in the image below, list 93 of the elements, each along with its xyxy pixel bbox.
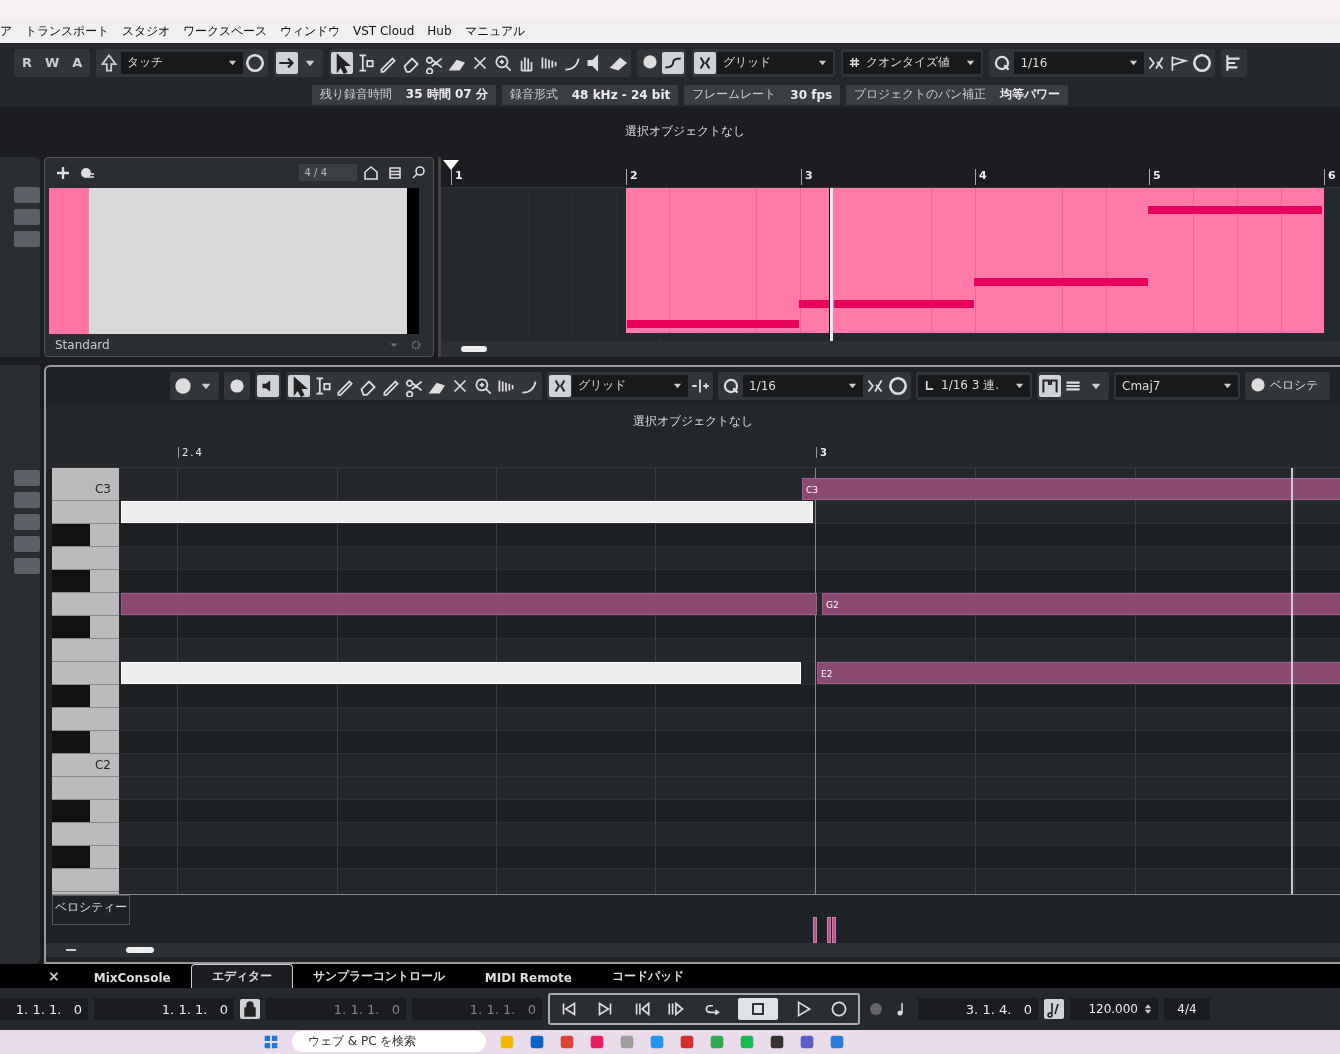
- position-field[interactable]: 3. 1. 4. 0: [918, 998, 1038, 1020]
- grid-type-dropdown[interactable]: クオンタイズ値: [843, 51, 982, 74]
- scrollbar-thumb[interactable]: [461, 345, 487, 352]
- tab[interactable]: サンプラーコントロール: [292, 965, 465, 989]
- bar-number: 4: [975, 168, 987, 185]
- edit-icon[interactable]: [244, 51, 267, 74]
- sharp-key[interactable]: [52, 523, 119, 547]
- edit-icon[interactable]: [887, 374, 909, 397]
- status-field: 録音形式 48 kHz - 24 bit: [501, 84, 679, 105]
- columns-icon[interactable]: [1039, 374, 1061, 397]
- caret-icon[interactable]: [1015, 381, 1024, 391]
- caret-icon[interactable]: [228, 58, 238, 68]
- sharp-key[interactable]: [52, 845, 119, 869]
- snap-dropdown[interactable]: グリッド: [717, 51, 834, 74]
- bar-number: 2: [626, 168, 638, 185]
- info-line-text: 選択オブジェクトなし: [633, 413, 753, 431]
- tab[interactable]: コードパッド: [591, 965, 704, 989]
- velocity-bar[interactable]: [832, 916, 836, 943]
- grid-icon: [849, 57, 861, 69]
- automation-mode-dropdown[interactable]: タッチ: [121, 51, 244, 74]
- automation-button[interactable]: R: [16, 55, 38, 71]
- close-button[interactable]: ×: [46, 968, 74, 989]
- scrollbar-thumb[interactable]: [126, 946, 154, 953]
- length-dropdown[interactable]: 1/16 3 連.: [918, 374, 1030, 397]
- caret-icon[interactable]: [818, 58, 828, 68]
- length-icon: [924, 380, 935, 392]
- snap-icon[interactable]: [694, 51, 717, 74]
- menu-item[interactable]: マニュアル: [464, 22, 525, 40]
- info-line-text: 選択オブジェクトなし: [625, 123, 745, 141]
- bar-number: 5: [1149, 168, 1161, 185]
- key-label: C3: [95, 481, 111, 496]
- sharp-key[interactable]: [52, 615, 119, 639]
- locator-field[interactable]: 1. 1. 1. 0: [0, 998, 88, 1020]
- quantize-dropdown[interactable]: 1/16: [743, 374, 863, 397]
- caret-icon[interactable]: [848, 381, 857, 391]
- snap-dropdown[interactable]: グリッド: [572, 374, 688, 397]
- velocity-bar[interactable]: [813, 916, 817, 943]
- punch-field[interactable]: 1. 1. 1. 0: [266, 998, 406, 1020]
- windows-icon[interactable]: [262, 1033, 280, 1051]
- midi-note[interactable]: G2: [822, 592, 1340, 615]
- bar-number: 6: [1324, 168, 1336, 185]
- tool-icon[interactable]: [288, 374, 310, 397]
- tempo-icon[interactable]: [1044, 999, 1064, 1019]
- key-label: C2: [95, 757, 111, 772]
- locator-field[interactable]: 1. 1. 1. 0: [94, 998, 234, 1020]
- sharp-key[interactable]: [52, 569, 119, 593]
- sharp-key[interactable]: [52, 799, 119, 823]
- sharp-key[interactable]: [52, 684, 119, 708]
- piano-keyboard[interactable]: C3 C2: [52, 467, 119, 894]
- menu-item[interactable]: ア: [0, 22, 12, 40]
- chord-dropdown[interactable]: Cmaj7: [1116, 374, 1238, 397]
- status-field: 残り録音時間 35 時間 07 分: [311, 84, 496, 105]
- midi-note[interactable]: E2: [817, 661, 1340, 684]
- tab[interactable]: エディター: [190, 964, 293, 989]
- status-field: フレームレート 30 fps: [684, 84, 841, 105]
- tab[interactable]: MIDI Remote: [464, 968, 592, 989]
- caret-icon[interactable]: [1129, 58, 1139, 68]
- lock-icon[interactable]: [240, 999, 260, 1019]
- bar-number: 3: [801, 168, 813, 185]
- spinner-icon[interactable]: [1144, 1003, 1152, 1015]
- quantize-dropdown[interactable]: 1/16: [1014, 51, 1145, 74]
- lane-label: ベロシティー: [55, 899, 127, 914]
- edit-icon[interactable]: [1191, 51, 1214, 74]
- midi-note[interactable]: C3: [802, 477, 1340, 500]
- curve-icon[interactable]: [662, 51, 685, 74]
- menu-item[interactable]: Hub: [427, 24, 452, 39]
- search-field[interactable]: ウェブ & PC を検索: [292, 1031, 487, 1053]
- caret-icon[interactable]: [1223, 381, 1232, 391]
- stop-icon[interactable]: [738, 998, 778, 1020]
- status-field: プロジェクトのパン補正 均等パワー: [846, 84, 1069, 105]
- tempo-field[interactable]: 120.000: [1070, 998, 1158, 1020]
- menu-item[interactable]: ウィンドウ: [280, 22, 340, 40]
- time-signature-field[interactable]: 4 / 4: [298, 164, 357, 182]
- caret-icon[interactable]: [966, 58, 976, 68]
- tab[interactable]: MixConsole: [73, 968, 191, 989]
- menu-item[interactable]: VST Cloud: [353, 24, 415, 39]
- sharp-key[interactable]: [52, 730, 119, 754]
- menu-item[interactable]: スタジオ: [122, 22, 170, 40]
- ruler-label: 2.4: [178, 446, 204, 458]
- preset-label[interactable]: Standard: [55, 337, 110, 352]
- tool-icon[interactable]: [331, 51, 354, 74]
- menu-item[interactable]: ワークスペース: [183, 22, 267, 40]
- signature-field[interactable]: 4/4: [1164, 998, 1210, 1020]
- caret-icon[interactable]: [673, 381, 682, 391]
- ruler-label: 3: [816, 446, 827, 458]
- automation-button[interactable]: W: [39, 55, 66, 71]
- automation-button[interactable]: A: [66, 55, 89, 71]
- settings-icon[interactable]: [409, 337, 423, 352]
- punch-field[interactable]: 1. 1. 1. 0: [412, 998, 542, 1020]
- snap-icon[interactable]: [549, 374, 571, 397]
- speaker-icon[interactable]: [257, 374, 279, 397]
- velocity-bar[interactable]: [827, 916, 831, 943]
- menu-item[interactable]: トランスポート: [25, 22, 109, 40]
